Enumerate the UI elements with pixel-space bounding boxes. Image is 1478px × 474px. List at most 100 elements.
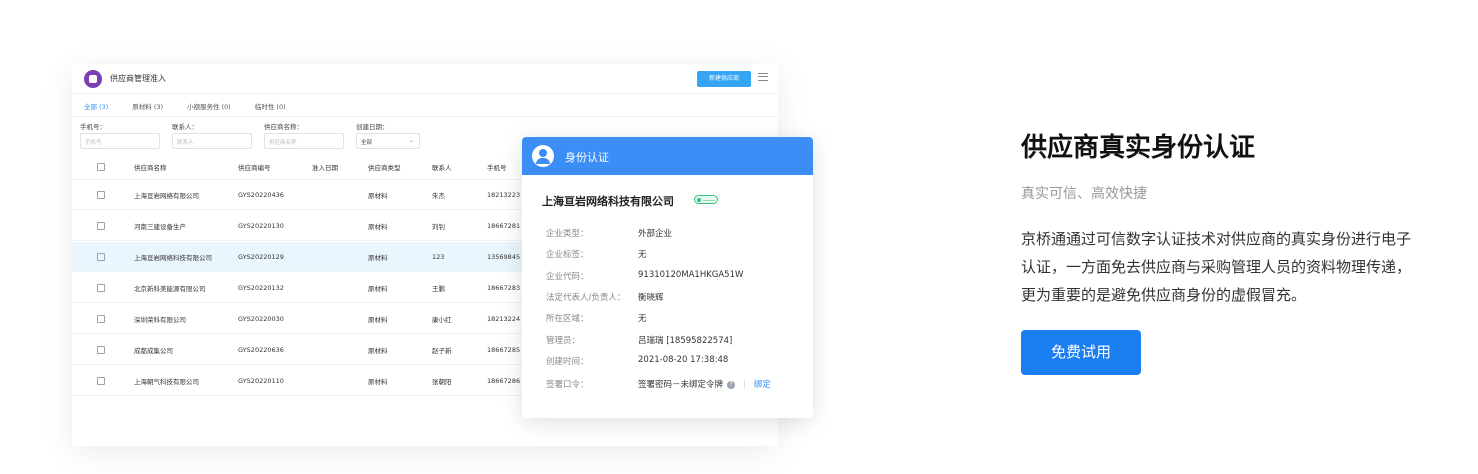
- column-header: 供应商名称: [134, 163, 167, 172]
- table-cell: 原材料: [368, 284, 388, 293]
- table-cell: 18667286: [487, 376, 521, 385]
- row-checkbox[interactable]: [97, 345, 105, 354]
- window-header: 供应商管理准入 新建供应商: [72, 64, 778, 94]
- detail-label: 法定代表人/负责人：: [546, 292, 626, 303]
- table-cell: 18667283: [487, 283, 521, 292]
- select-all-checkbox[interactable]: [97, 162, 105, 171]
- column-header: 手机号: [487, 163, 507, 172]
- table-cell: 赵子新: [432, 346, 452, 355]
- tab-raw-material[interactable]: 原材料 (3): [132, 101, 163, 117]
- row-checkbox[interactable]: [97, 376, 105, 385]
- detail-value: 吕瑞瑞 [18595822574]: [638, 335, 733, 346]
- table-cell: 刘钊: [432, 222, 445, 231]
- separator: |: [743, 380, 746, 390]
- detail-label: 创建时间：: [546, 356, 589, 367]
- column-header: 联系人: [432, 163, 452, 172]
- chevron-down-icon: ⌄: [408, 137, 414, 144]
- table-cell: 上海亘岩网络科技有限公司: [134, 253, 212, 262]
- table-cell: 张朝阳: [432, 377, 452, 386]
- detail-value: 无: [638, 314, 647, 325]
- table-cell: 原材料: [368, 377, 388, 386]
- tab-temporary[interactable]: 临时性 (0): [255, 101, 286, 117]
- table-cell: GYS20220436: [238, 190, 284, 199]
- detail-value: 无: [638, 250, 647, 261]
- table-cell: 上海亘岩网络有限公司: [134, 191, 199, 200]
- detail-value: 91310120MA1HKGA51W: [638, 269, 744, 280]
- card-title: 身份认证: [565, 151, 609, 164]
- detail-label: 企业标签：: [546, 250, 589, 261]
- bind-token-link[interactable]: 绑定: [754, 380, 771, 390]
- feature-subline: 真实可信、高效快捷: [1021, 186, 1147, 202]
- phone-filter-label: 手机号：: [80, 123, 106, 131]
- table-cell: 朱杰: [432, 191, 445, 200]
- card-header: 身份认证: [522, 137, 813, 175]
- row-checkbox[interactable]: [97, 221, 105, 230]
- feature-headline: 供应商真实身份认证: [1021, 133, 1256, 163]
- table-cell: 原材料: [368, 253, 388, 262]
- table-cell: 上海朝气科技有限公司: [134, 377, 199, 386]
- table-cell: 王鹏: [432, 284, 445, 293]
- list-menu-icon[interactable]: [758, 73, 768, 81]
- category-tabs: 全部 (3) 原材料 (3) 小额服务性 (0) 临时性 (0): [84, 101, 286, 117]
- created-date-value: 全部: [361, 140, 373, 146]
- tab-small-service[interactable]: 小额服务性 (0): [187, 101, 231, 117]
- created-date-filter-label: 创建日期：: [356, 123, 389, 131]
- column-header: 准入日期: [312, 163, 338, 172]
- table-cell: 深圳荣科有限公司: [134, 315, 186, 324]
- table-cell: 18213223: [487, 190, 521, 199]
- contact-filter-label: 联系人：: [172, 123, 198, 131]
- column-header: 供应商编号: [238, 163, 271, 172]
- help-icon[interactable]: ?: [727, 381, 736, 389]
- table-cell: 原材料: [368, 222, 388, 231]
- table-cell: GYS20220110: [238, 376, 284, 385]
- feature-section: 供应商管理准入 新建供应商 全部 (3) 原材料 (3) 小额服务性 (0) 临…: [0, 0, 1478, 474]
- detail-value: 外部企业: [638, 229, 673, 239]
- app-logo-icon: [84, 70, 102, 88]
- table-cell: GYS20220132: [238, 283, 284, 292]
- table-cell: 河南三建设备生产: [134, 222, 186, 231]
- row-checkbox[interactable]: [97, 252, 105, 261]
- token-status: 签署密码－未绑定令牌: [638, 380, 724, 390]
- identity-card: 身份认证 上海亘岩网络科技有限公司 企业类型： 外部企业 企业标签：无企业代码： 91…: [522, 137, 813, 418]
- user-icon: [532, 145, 554, 167]
- detail-label: 签署口令：: [546, 380, 589, 390]
- feature-description: 京桥通通过可信数字认证技术对供应商的真实身份进行电子认证，一方面免去供应商与采购…: [1021, 230, 1412, 304]
- contact-filter-input[interactable]: 联系人: [172, 133, 252, 149]
- table-cell: 123: [432, 252, 445, 261]
- row-checkbox[interactable]: [97, 314, 105, 323]
- detail-value: 衡晓辉: [638, 292, 664, 303]
- table-cell: 13569845: [487, 252, 521, 261]
- window-title: 供应商管理准入: [110, 74, 166, 83]
- detail-label: 企业代码：: [546, 271, 589, 282]
- company-name: 上海亘岩网络科技有限公司: [542, 195, 674, 208]
- table-cell: 18213224: [487, 314, 521, 323]
- table-cell: GYS20220636: [238, 345, 284, 354]
- created-date-select[interactable]: 全部 ⌄: [356, 133, 420, 149]
- tab-all[interactable]: 全部 (3): [84, 101, 109, 117]
- detail-value: 2021-08-20 17:38:48: [638, 354, 729, 365]
- row-checkbox[interactable]: [97, 190, 105, 199]
- supplier-name-filter-input[interactable]: 供应商名称: [264, 133, 344, 149]
- table-cell: 北京新科美能源有限公司: [134, 284, 206, 293]
- supplier-name-filter-label: 供应商名称：: [264, 123, 303, 131]
- table-cell: 原材料: [368, 191, 388, 200]
- table-cell: 原材料: [368, 346, 388, 355]
- row-checkbox[interactable]: [97, 283, 105, 292]
- phone-filter-input[interactable]: 手机号: [80, 133, 160, 149]
- table-cell: GYS20220129: [238, 252, 284, 261]
- table-cell: GYS20220130: [238, 221, 284, 230]
- detail-label: 所在区域：: [546, 314, 589, 325]
- table-cell: 18667281: [487, 221, 521, 230]
- new-supplier-button[interactable]: 新建供应商: [697, 71, 751, 87]
- detail-value: 签署密码－未绑定令牌? | 绑定: [638, 378, 771, 390]
- table-cell: 康小红: [432, 315, 452, 324]
- table-cell: 成都成集公司: [134, 346, 173, 355]
- detail-label: 企业类型：: [546, 229, 589, 239]
- table-cell: 18667285: [487, 345, 521, 354]
- table-cell: 原材料: [368, 315, 388, 324]
- detail-label: 管理员：: [546, 335, 581, 346]
- table-cell: GYS20220030: [238, 314, 284, 323]
- verified-badge-icon: [694, 195, 718, 204]
- column-header: 供应商类型: [368, 163, 401, 172]
- free-trial-button[interactable]: 免费试用: [1021, 330, 1141, 375]
